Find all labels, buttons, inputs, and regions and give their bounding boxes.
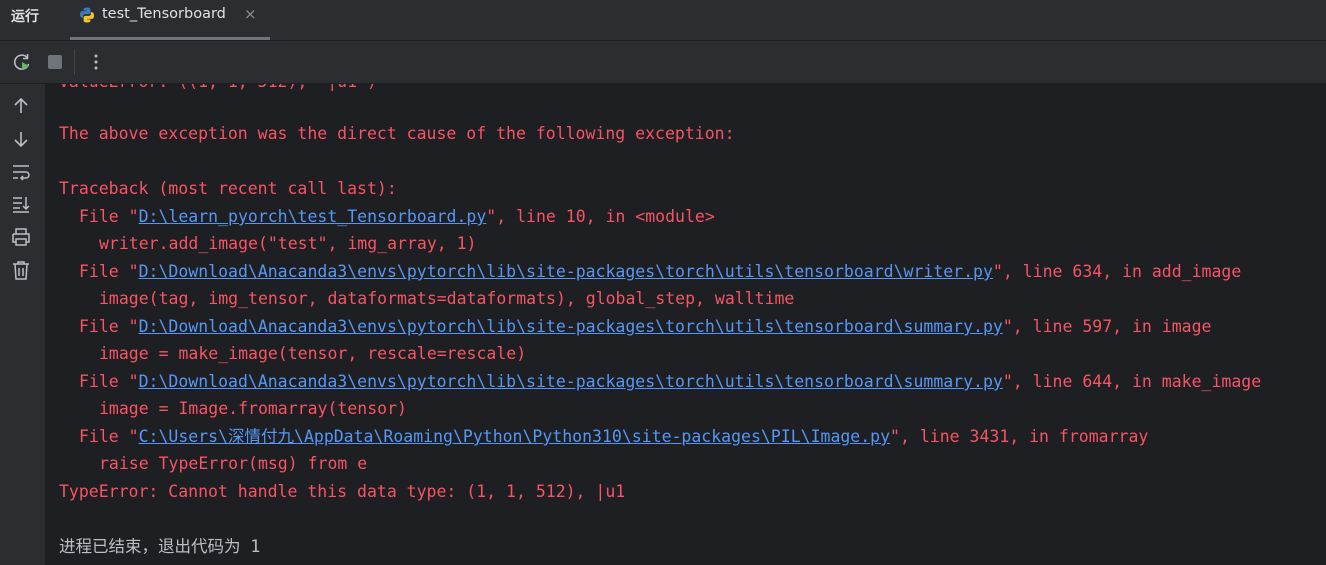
close-tab-icon[interactable]: ×: [244, 5, 257, 23]
file-path-link[interactable]: D:\Download\Anacanda3\envs\pytorch\lib\s…: [139, 262, 993, 281]
traceback-code-line: image = make_image(tensor, rescale=resca…: [99, 344, 527, 363]
traceback-code-line: image(tag, img_tensor, dataformats=dataf…: [99, 289, 795, 308]
rerun-icon[interactable]: [11, 51, 33, 73]
print-icon[interactable]: [10, 226, 32, 248]
soft-wrap-icon[interactable]: [10, 161, 32, 183]
console-output[interactable]: ValueError: ((1, 1, 512), '|u1') The abo…: [46, 84, 1326, 565]
tab-test-tensorboard[interactable]: test_Tensorboard ×: [70, 0, 270, 40]
traceback-frame-line: File "C:\Users\深情付九\AppData\Roaming\Pyth…: [79, 427, 1149, 446]
python-icon: [80, 7, 94, 23]
run-tool-window-header: 运行 test_Tensorboard ×: [0, 0, 1326, 41]
traceback-code-line: raise TypeError(msg) from e: [99, 454, 368, 473]
run-toolbar: [0, 41, 1326, 84]
process-exit-line: 进程已结束，退出代码为 1: [59, 537, 261, 556]
toolbar-separator: [74, 49, 75, 75]
trash-icon[interactable]: [10, 259, 32, 281]
traceback-frame-line: File "D:\Download\Anacanda3\envs\pytorch…: [79, 372, 1262, 391]
more-vertical-icon[interactable]: [85, 51, 107, 73]
file-path-link[interactable]: D:\Download\Anacanda3\envs\pytorch\lib\s…: [139, 372, 1003, 391]
traceback-code-line: writer.add_image("test", img_array, 1): [99, 234, 477, 253]
traceback-header: Traceback (most recent call last):: [59, 179, 397, 198]
traceback-frame-line: File "D:\Download\Anacanda3\envs\pytorch…: [79, 317, 1212, 336]
arrow-down-icon[interactable]: [10, 128, 32, 150]
console-side-toolbar: [0, 84, 46, 565]
traceback-frame-line: File "D:\learn_pyorch\test_Tensorboard.p…: [79, 207, 715, 226]
scroll-to-end-icon[interactable]: [10, 193, 32, 215]
clipped-error-line: ValueError: ((1, 1, 512), '|u1'): [59, 84, 377, 92]
active-tab-indicator: [70, 37, 270, 40]
exception-cause-line: The above exception was the direct cause…: [59, 124, 735, 143]
arrow-up-icon[interactable]: [10, 95, 32, 117]
tab-title: test_Tensorboard: [102, 6, 226, 22]
stop-icon[interactable]: [44, 51, 66, 73]
file-path-link[interactable]: D:\Download\Anacanda3\envs\pytorch\lib\s…: [139, 317, 1003, 336]
file-path-link[interactable]: C:\Users\深情付九\AppData\Roaming\Python\Pyt…: [139, 427, 890, 446]
run-tool-window-title: 运行: [11, 9, 39, 25]
traceback-code-line: image = Image.fromarray(tensor): [99, 399, 407, 418]
traceback-frame-line: File "D:\Download\Anacanda3\envs\pytorch…: [79, 262, 1242, 281]
type-error-line: TypeError: Cannot handle this data type:…: [59, 482, 626, 501]
file-path-link[interactable]: D:\learn_pyorch\test_Tensorboard.py: [139, 207, 487, 226]
